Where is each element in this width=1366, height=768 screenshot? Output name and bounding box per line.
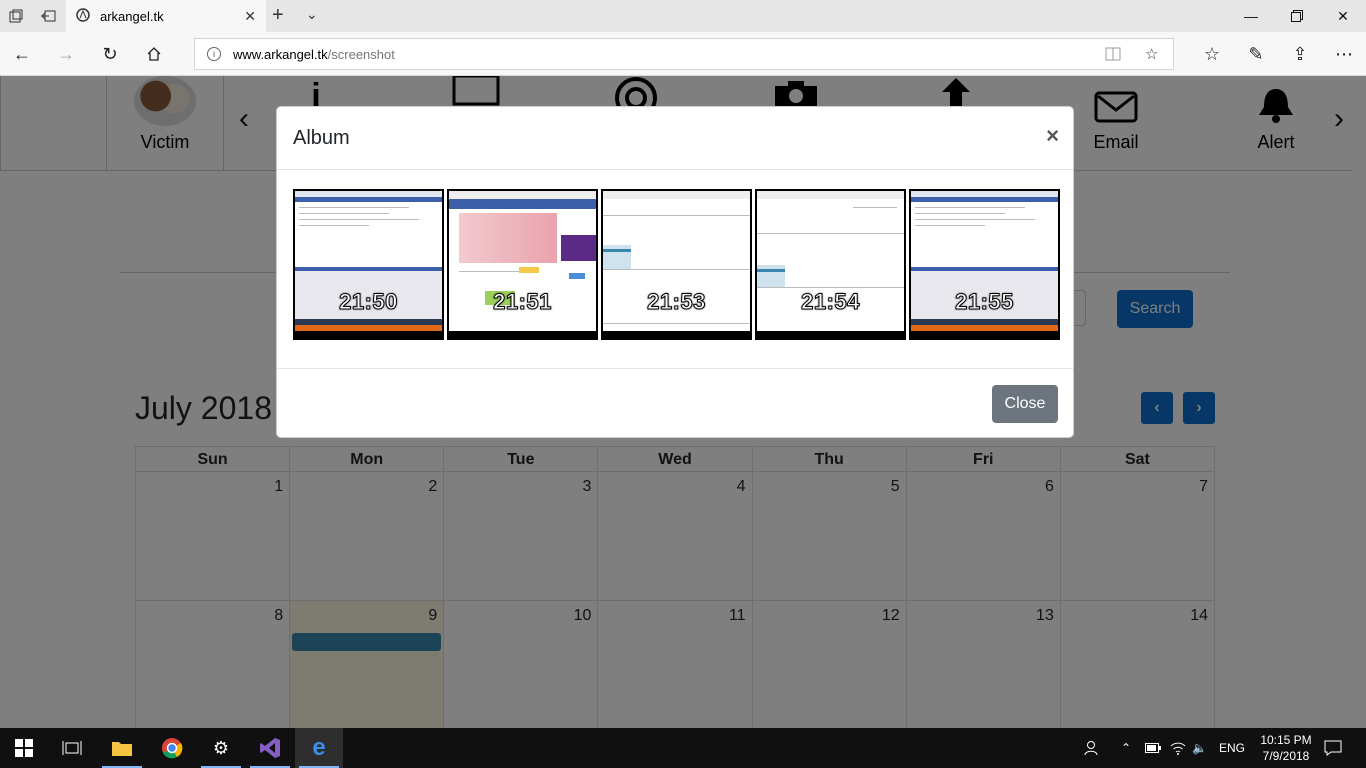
screenshot-thumbnail[interactable]: 21:50 (293, 189, 444, 340)
clock-date: 7/9/2018 (1262, 749, 1310, 763)
file-explorer-icon[interactable] (98, 728, 146, 768)
web-note-icon[interactable]: ✎ (1240, 38, 1272, 70)
language-indicator[interactable]: ENG (1219, 728, 1245, 768)
tab-close-icon[interactable]: ✕ (244, 8, 256, 25)
system-clock[interactable]: 10:15 PM 7/9/2018 (1254, 732, 1318, 764)
edge-browser-icon[interactable]: e (295, 728, 343, 768)
screenshot-thumbnail[interactable]: 21:54 (755, 189, 906, 340)
site-info-icon[interactable]: i (207, 47, 221, 61)
browser-tab-bar: arkangel.tk ✕ + ⌄ — ✕ (0, 0, 1366, 32)
address-bar[interactable]: i www.arkangel.tk/screenshot ☆ (194, 38, 1174, 70)
url-path: /screenshot (327, 46, 395, 62)
minimize-icon[interactable]: — (1228, 0, 1274, 32)
home-icon[interactable] (138, 38, 170, 70)
screenshot-thumbnail[interactable]: 21:51 (447, 189, 598, 340)
back-icon[interactable]: ← (6, 38, 38, 70)
show-hidden-icons-chevron-icon[interactable]: ⌃ (1121, 728, 1131, 768)
close-window-icon[interactable]: ✕ (1320, 0, 1366, 32)
tab-title: arkangel.tk (100, 8, 164, 24)
thumbnail-time: 21:53 (647, 289, 706, 315)
restore-icon[interactable] (1274, 0, 1320, 32)
share-icon[interactable]: ⇪ (1284, 38, 1316, 70)
start-windows-icon[interactable] (0, 728, 48, 768)
windows-taskbar: ⚙ e ⌃ 🔈 ENG 10:15 PM 7/9/2018 (0, 728, 1366, 768)
new-tab-icon[interactable]: + (272, 4, 284, 27)
forward-icon[interactable]: → (50, 38, 82, 70)
thumbnail-time: 21:51 (493, 289, 552, 315)
site-favicon-icon (76, 7, 90, 25)
chrome-icon[interactable] (148, 728, 196, 768)
browser-tab-active[interactable]: arkangel.tk ✕ (66, 0, 266, 32)
thumbnail-time: 21:50 (339, 289, 398, 315)
thumbnail-time: 21:55 (955, 289, 1014, 315)
modal-title: Album (293, 127, 350, 149)
action-center-icon[interactable] (1324, 728, 1342, 768)
more-menu-icon[interactable]: ⋯ (1328, 38, 1360, 70)
refresh-icon[interactable]: ↻ (94, 38, 126, 70)
set-tabs-aside-icon[interactable] (32, 0, 64, 32)
battery-icon[interactable] (1145, 728, 1161, 768)
task-view-icon[interactable] (48, 728, 96, 768)
browser-nav-bar: ← → ↻ i www.arkangel.tk/screenshot ☆ ☆ ✎… (0, 32, 1366, 76)
thumbnail-time: 21:54 (801, 289, 860, 315)
modal-footer: Close (277, 368, 1073, 438)
screenshot-thumbnail[interactable]: 21:53 (601, 189, 752, 340)
favorite-star-icon[interactable]: ☆ (1145, 39, 1158, 69)
album-modal: Album × 21:50 21:51 21:53 21:54 21:55 Cl… (276, 106, 1074, 438)
page-content: Victim ‹ i Email Alert › Search July 201… (0, 76, 1366, 728)
close-button[interactable]: Close (992, 385, 1058, 423)
reading-view-icon[interactable] (1105, 39, 1121, 69)
favorites-hub-icon[interactable]: ☆ (1196, 38, 1228, 70)
tab-preview-chevron-icon[interactable]: ⌄ (306, 6, 318, 23)
settings-gear-icon[interactable]: ⚙ (197, 728, 245, 768)
wifi-icon[interactable] (1170, 728, 1186, 768)
modal-close-icon[interactable]: × (1046, 123, 1059, 149)
screenshot-thumbnail[interactable]: 21:55 (909, 189, 1060, 340)
album-thumbnails: 21:50 21:51 21:53 21:54 21:55 (293, 189, 1060, 340)
volume-icon[interactable]: 🔈 (1192, 728, 1207, 768)
visual-studio-icon[interactable] (246, 728, 294, 768)
url-domain: www.arkangel.tk (233, 46, 328, 62)
people-icon[interactable] (1084, 728, 1102, 768)
clock-time: 10:15 PM (1260, 733, 1312, 747)
modal-header: Album × (277, 107, 1073, 170)
tab-actions-icon[interactable] (0, 0, 32, 32)
